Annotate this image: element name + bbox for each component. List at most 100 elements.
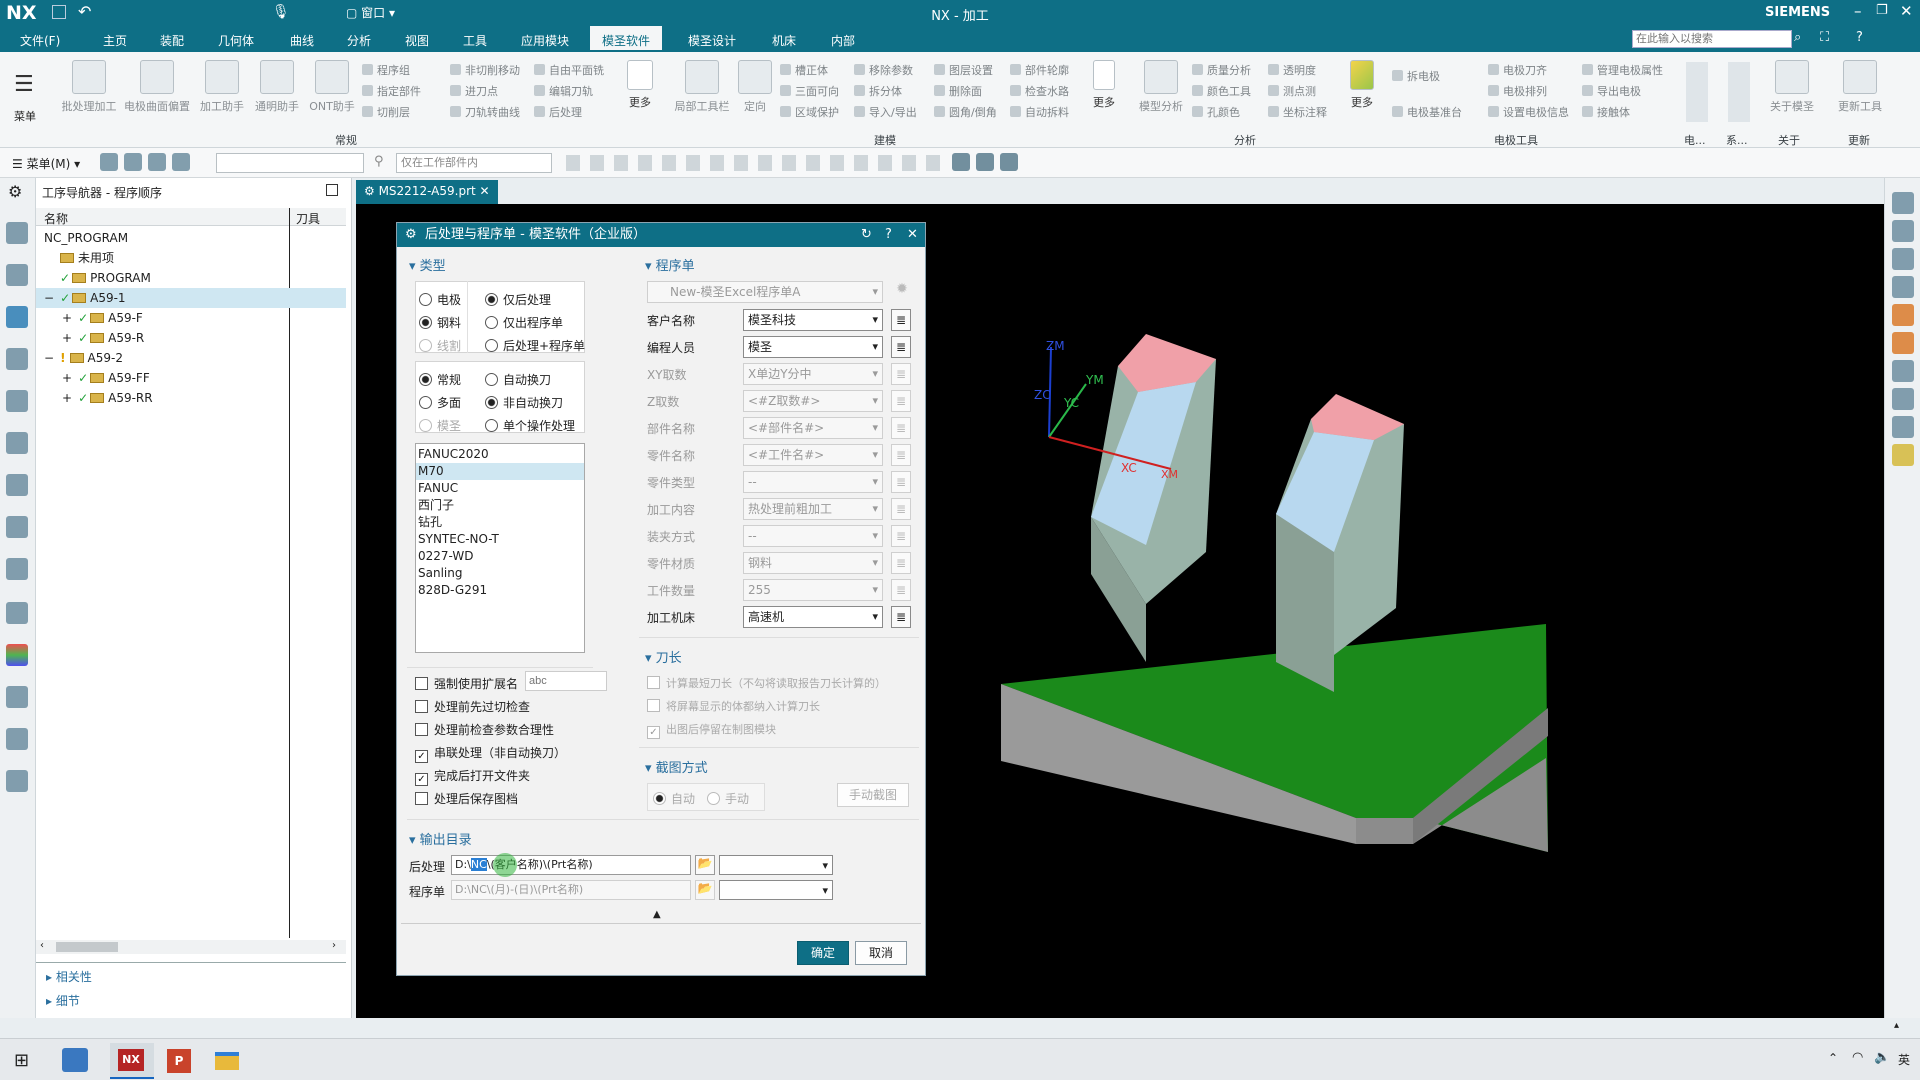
coordinate-note-item[interactable]: 坐标注释	[1268, 104, 1327, 120]
quantity-select[interactable]: 255	[743, 579, 883, 601]
check-save-part[interactable]: 处理后保存图档	[415, 790, 518, 807]
local-toolbar-button[interactable]: 局部工具栏	[670, 60, 734, 114]
post-output-history-select[interactable]	[719, 855, 833, 875]
tree-row-a59-ff[interactable]: + ✓ A59-FF	[62, 368, 150, 388]
status-expand-icon[interactable]: ▴	[1894, 1020, 1899, 1031]
contact-body-item[interactable]: 接触体	[1582, 104, 1630, 120]
powerpoint-taskbar-button[interactable]: P	[158, 1043, 202, 1079]
radio-wire[interactable]: 线割	[419, 337, 461, 354]
material-select[interactable]: 钢料	[743, 552, 883, 574]
fullscreen-icon[interactable]: ⛶	[1820, 30, 1829, 45]
area-protect-item[interactable]: 区域保护	[780, 104, 839, 120]
expand-icon[interactable]: +	[62, 391, 72, 405]
radio-multi-face[interactable]: 多面	[419, 394, 461, 411]
update-tool-button[interactable]: 更新工具	[1832, 60, 1888, 114]
machine-list-icon[interactable]: ≣	[891, 606, 911, 628]
post-item[interactable]: SYNTEC-NO-T	[418, 531, 582, 548]
menu-label[interactable]: 菜单	[14, 108, 36, 124]
shape-icon[interactable]	[1892, 304, 1914, 326]
panel-maximize-icon[interactable]	[326, 184, 338, 196]
three-face-item[interactable]: 三面可向	[780, 83, 839, 99]
radio-single-op[interactable]: 单个操作处理	[485, 417, 575, 434]
menu-geometry[interactable]: 几何体	[218, 32, 254, 49]
check-overcut[interactable]: 处理前先过切检查	[415, 698, 530, 715]
menu-mosheng-software[interactable]: 模圣软件	[590, 26, 663, 52]
dependencies-section[interactable]: ▸ 相关性	[46, 968, 92, 985]
web-browser-icon[interactable]	[6, 558, 28, 580]
model-analysis-button[interactable]: 模型分析	[1136, 60, 1186, 114]
menu-application[interactable]: 应用模块	[521, 32, 569, 49]
dialog-help-icon[interactable]: ?	[885, 223, 892, 247]
toolpath-curve-item[interactable]: 刀轨转曲线	[450, 104, 520, 120]
electrode-arrange-item[interactable]: 电极排列	[1488, 83, 1547, 99]
palette-icon[interactable]	[6, 644, 28, 666]
check-shortest-tool[interactable]: 计算最短刀长（不勾将读取报告刀长计算的）	[647, 675, 886, 691]
scroll-right-icon[interactable]: ›	[332, 940, 336, 951]
document-tab[interactable]: ⚙ MS2212-A59.prt ✕	[356, 180, 498, 204]
menu-dropdown[interactable]: ☰ 菜单(M) ▾	[12, 155, 80, 172]
post-output-path-input[interactable]: D:\NC\(客户名称)\(Prt名称)	[451, 855, 691, 875]
template-settings-icon[interactable]: ✹	[891, 281, 913, 303]
import-export-item[interactable]: 导入/导出	[854, 104, 917, 120]
machine-view-icon[interactable]	[124, 153, 142, 171]
menu-mosheng-design[interactable]: 模圣设计	[688, 32, 736, 49]
fixture-nav-icon[interactable]	[6, 390, 28, 412]
part-outline-item[interactable]: 部件轮廓	[1010, 62, 1069, 78]
radio-capture-auto[interactable]: 自动	[653, 790, 695, 807]
output-section-header[interactable]: ▾ 输出目录	[409, 829, 472, 848]
tree-row-a59-2[interactable]: −! A59-2	[44, 348, 123, 368]
machining-helper-button[interactable]: 加工助手	[196, 60, 248, 114]
radio-post-only[interactable]: 仅后处理	[485, 291, 551, 308]
input-language[interactable]: 英	[1898, 1051, 1910, 1068]
fillet-chamfer-item[interactable]: 圆角/倒角	[934, 104, 997, 120]
scroll-thumb[interactable]	[56, 942, 118, 952]
cancel-button[interactable]: 取消	[855, 941, 907, 965]
favorite-tool-icon[interactable]	[1892, 192, 1914, 214]
tree-row-unused[interactable]: 未用项	[60, 248, 114, 268]
remove-param-item[interactable]: 移除参数	[854, 62, 913, 78]
menu-file[interactable]: 文件(F)	[20, 32, 60, 49]
collapse-up-icon[interactable]: ▲	[653, 909, 661, 920]
post-list[interactable]: FANUC2020 M70 FANUC 西门子 钻孔 SYNTEC-NO-T 0…	[415, 443, 585, 653]
collapse-icon[interactable]: −	[44, 351, 54, 365]
check-force-extension[interactable]: 强制使用扩展名	[415, 675, 518, 692]
split-electrode-item[interactable]: 拆电极	[1392, 68, 1440, 84]
tree-row-program[interactable]: ✓ PROGRAM	[60, 268, 151, 288]
check-open-folder[interactable]: 完成后打开文件夹	[415, 767, 530, 786]
material-list-icon[interactable]: ≣	[891, 552, 911, 574]
radio-auto-toolchange[interactable]: 自动换刀	[485, 371, 551, 388]
process-icon[interactable]	[6, 686, 28, 708]
horizontal-scrollbar[interactable]: ‹ ›	[36, 940, 346, 954]
check-screen-bodies[interactable]: 将屏幕显示的体都纳入计算刀长	[647, 698, 820, 714]
part-select[interactable]: <#部件名#>	[743, 417, 883, 439]
hd3d-icon[interactable]	[6, 516, 28, 538]
more-button-1[interactable]: 更多	[620, 60, 660, 110]
expand-icon[interactable]: +	[62, 331, 72, 345]
browse-folder-icon-2[interactable]: 📂	[695, 880, 715, 900]
menu-internal[interactable]: 内部	[831, 32, 855, 49]
snap-icons[interactable]	[566, 155, 946, 171]
constraint-nav-icon[interactable]	[6, 432, 28, 454]
details-section[interactable]: ▸ 细节	[46, 992, 80, 1009]
system-icons[interactable]	[1728, 62, 1750, 122]
browse-folder-icon[interactable]: 📂	[695, 855, 715, 875]
tree-icon[interactable]	[1892, 416, 1914, 438]
sphere-icon[interactable]	[1892, 388, 1914, 410]
ok-button[interactable]: 确定	[797, 941, 849, 965]
batch-machining-button[interactable]: 批处理加工	[58, 60, 120, 114]
orient-button[interactable]: 定向	[738, 60, 772, 114]
menu-view[interactable]: 视图	[405, 32, 429, 49]
free-plane-mill-item[interactable]: 自由平面铣	[534, 62, 604, 78]
sheet-section-header[interactable]: ▾ 程序单	[645, 255, 695, 274]
check-waterway-item[interactable]: 检查水路	[1010, 83, 1069, 99]
transparency-item[interactable]: 透明度	[1268, 62, 1316, 78]
collapse-icon[interactable]: −	[44, 291, 54, 305]
reuse-library-icon[interactable]	[6, 474, 28, 496]
electrode-surface-button[interactable]: 电极曲面偏置	[120, 60, 194, 114]
reset-icon[interactable]: ↻	[861, 223, 872, 247]
tray-chevron-icon[interactable]: ⌃	[1828, 1051, 1838, 1065]
type-section-header[interactable]: ▾ 类型	[409, 255, 446, 274]
menu-curve[interactable]: 曲线	[290, 32, 314, 49]
post-item[interactable]: FANUC2020	[418, 446, 582, 463]
desktop-app-icon[interactable]	[62, 1048, 88, 1072]
